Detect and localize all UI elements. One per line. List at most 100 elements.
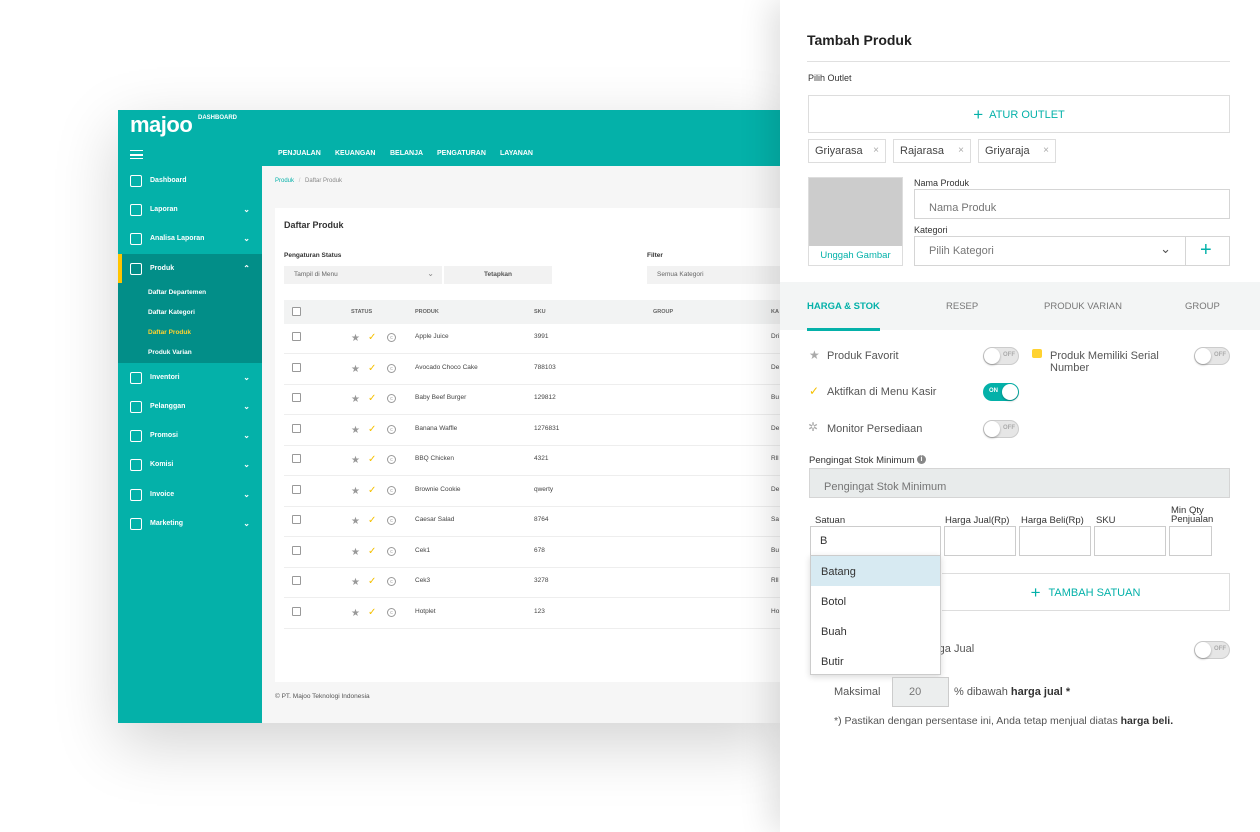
- topnav-keuangan[interactable]: KEUANGAN: [335, 150, 375, 157]
- check-icon[interactable]: ✓: [368, 576, 376, 587]
- column-header-sku[interactable]: SKU: [534, 309, 546, 315]
- tab-produk-varian[interactable]: PRODUK VARIAN: [1044, 301, 1122, 312]
- table-row[interactable]: ★ ✓ c Banana Waffle 1276831 De: [284, 416, 780, 446]
- row-checkbox[interactable]: [292, 423, 301, 433]
- row-checkbox[interactable]: [292, 545, 301, 555]
- upload-image-link[interactable]: Unggah Gambar: [809, 250, 902, 261]
- maksimal-input[interactable]: 20: [892, 677, 949, 707]
- star-icon[interactable]: ★: [351, 364, 360, 375]
- dropdown-option[interactable]: Buah: [811, 616, 940, 646]
- dropdown-option[interactable]: Butir: [811, 646, 940, 676]
- hamburger-menu-icon[interactable]: [130, 150, 143, 159]
- satuan-input[interactable]: B: [810, 526, 941, 556]
- copy-icon[interactable]: c: [387, 424, 396, 434]
- star-icon[interactable]: ★: [351, 455, 360, 466]
- sidebar-item-inventori[interactable]: Inventori ⌄: [118, 363, 262, 392]
- submenu-daftar-produk[interactable]: Daftar Produk: [148, 329, 191, 336]
- star-icon[interactable]: ★: [351, 425, 360, 436]
- table-row[interactable]: ★ ✓ c Cek1 678 Bu: [284, 538, 780, 568]
- filter-select[interactable]: Semua Kategori: [647, 266, 780, 284]
- cell-produk[interactable]: Baby Beef Burger: [415, 394, 466, 401]
- cell-produk[interactable]: Cek1: [415, 547, 430, 554]
- copy-icon[interactable]: c: [387, 333, 396, 342]
- star-icon[interactable]: ★: [351, 547, 360, 558]
- tetapkan-button[interactable]: Tetapkan: [444, 266, 552, 284]
- check-icon[interactable]: ✓: [368, 546, 376, 557]
- kategori-select[interactable]: Pilih Kategori ⌄: [914, 236, 1186, 266]
- breadcrumb-root[interactable]: Produk: [275, 178, 294, 184]
- sidebar-item-analisa-laporan[interactable]: Analisa Laporan ⌄: [118, 224, 262, 253]
- cell-produk[interactable]: Hotplet: [415, 608, 436, 615]
- check-icon[interactable]: ✓: [368, 454, 376, 465]
- sidebar-item-pelanggan[interactable]: Pelanggan ⌄: [118, 392, 262, 421]
- select-all-checkbox[interactable]: [292, 307, 301, 316]
- cell-produk[interactable]: Avocado Choco Cake: [415, 364, 478, 371]
- serial-number-toggle[interactable]: OFF: [1194, 347, 1230, 365]
- copy-icon[interactable]: c: [387, 577, 396, 586]
- harga-jual-toggle[interactable]: OFF: [1194, 641, 1230, 659]
- status-select[interactable]: Tampil di Menu ⌄: [284, 266, 442, 284]
- tab-harga-stok[interactable]: HARGA & STOK: [807, 301, 880, 312]
- sidebar-item-laporan[interactable]: Laporan ⌄: [118, 195, 262, 224]
- cell-produk[interactable]: Banana Waffle: [415, 425, 457, 432]
- row-checkbox[interactable]: [292, 576, 301, 585]
- table-row[interactable]: ★ ✓ c Cek3 3278 Rll: [284, 568, 780, 598]
- column-header-produk[interactable]: PRODUK: [415, 309, 439, 315]
- submenu-daftar-departemen[interactable]: Daftar Departemen: [148, 289, 206, 296]
- close-icon[interactable]: ×: [1043, 145, 1049, 156]
- min-qty-input[interactable]: [1169, 526, 1212, 556]
- aktifkan-menu-toggle[interactable]: ON: [983, 383, 1019, 401]
- star-icon[interactable]: ★: [351, 577, 360, 588]
- check-icon[interactable]: ✓: [368, 363, 376, 374]
- copy-icon[interactable]: c: [387, 607, 396, 617]
- sidebar-item-produk[interactable]: Produk ⌃: [118, 254, 262, 283]
- row-checkbox[interactable]: [292, 515, 301, 524]
- table-row[interactable]: ★ ✓ c Caesar Salad 8764 Sa: [284, 507, 780, 537]
- table-row[interactable]: ★ ✓ c BBQ Chicken 4321 Rll: [284, 446, 780, 476]
- nama-produk-input[interactable]: [914, 189, 1230, 219]
- cell-produk[interactable]: Cek3: [415, 577, 430, 584]
- table-row[interactable]: ★ ✓ c Baby Beef Burger 129812 Bu: [284, 385, 780, 415]
- cell-produk[interactable]: Brownie Cookie: [415, 486, 461, 493]
- row-checkbox[interactable]: [292, 606, 301, 616]
- row-checkbox[interactable]: [292, 362, 301, 372]
- dropdown-option[interactable]: Batang: [811, 556, 940, 586]
- info-icon[interactable]: i: [917, 455, 926, 464]
- copy-icon[interactable]: c: [387, 363, 396, 373]
- atur-outlet-button[interactable]: + ATUR OUTLET: [808, 95, 1230, 133]
- copy-icon[interactable]: c: [387, 394, 396, 403]
- row-checkbox[interactable]: [292, 454, 301, 463]
- check-icon[interactable]: ✓: [368, 424, 376, 435]
- table-row[interactable]: ★ ✓ c Avocado Choco Cake 788103 De: [284, 355, 780, 385]
- close-icon[interactable]: ×: [873, 145, 879, 156]
- table-row[interactable]: ★ ✓ c Brownie Cookie qwerty De: [284, 477, 780, 507]
- row-checkbox[interactable]: [292, 484, 301, 494]
- row-checkbox[interactable]: [292, 332, 301, 341]
- row-checkbox[interactable]: [292, 393, 301, 402]
- star-icon[interactable]: ★: [351, 394, 360, 405]
- sidebar-item-invoice[interactable]: Invoice ⌄: [118, 480, 262, 509]
- dropdown-option[interactable]: Botol: [811, 586, 940, 616]
- tambah-satuan-button[interactable]: + TAMBAH SATUAN: [942, 573, 1230, 611]
- cell-produk[interactable]: Apple Juice: [415, 333, 449, 340]
- check-icon[interactable]: ✓: [368, 485, 376, 496]
- sku-input[interactable]: [1094, 526, 1166, 556]
- column-header-kategori[interactable]: KA: [771, 309, 779, 315]
- table-row[interactable]: ★ ✓ c Apple Juice 3991 Dri: [284, 324, 780, 354]
- column-header-status[interactable]: STATUS: [351, 309, 372, 315]
- star-icon[interactable]: ★: [351, 486, 360, 497]
- add-kategori-button[interactable]: +: [1185, 236, 1230, 266]
- check-icon[interactable]: ✓: [368, 332, 376, 343]
- star-icon[interactable]: ★: [351, 608, 360, 619]
- topnav-penjualan[interactable]: PENJUALAN: [278, 150, 321, 168]
- monitor-persediaan-toggle[interactable]: OFF: [983, 420, 1019, 438]
- produk-favorit-toggle[interactable]: OFF: [983, 347, 1019, 365]
- copy-icon[interactable]: c: [387, 485, 396, 495]
- cell-produk[interactable]: BBQ Chicken: [415, 455, 454, 462]
- check-icon[interactable]: ✓: [368, 515, 376, 526]
- topnav-layanan[interactable]: LAYANAN: [500, 150, 533, 157]
- copy-icon[interactable]: c: [387, 516, 396, 525]
- sidebar-item-dashboard[interactable]: Dashboard: [118, 166, 262, 195]
- submenu-daftar-kategori[interactable]: Daftar Kategori: [148, 309, 195, 316]
- sidebar-item-marketing[interactable]: Marketing ⌄: [118, 509, 262, 538]
